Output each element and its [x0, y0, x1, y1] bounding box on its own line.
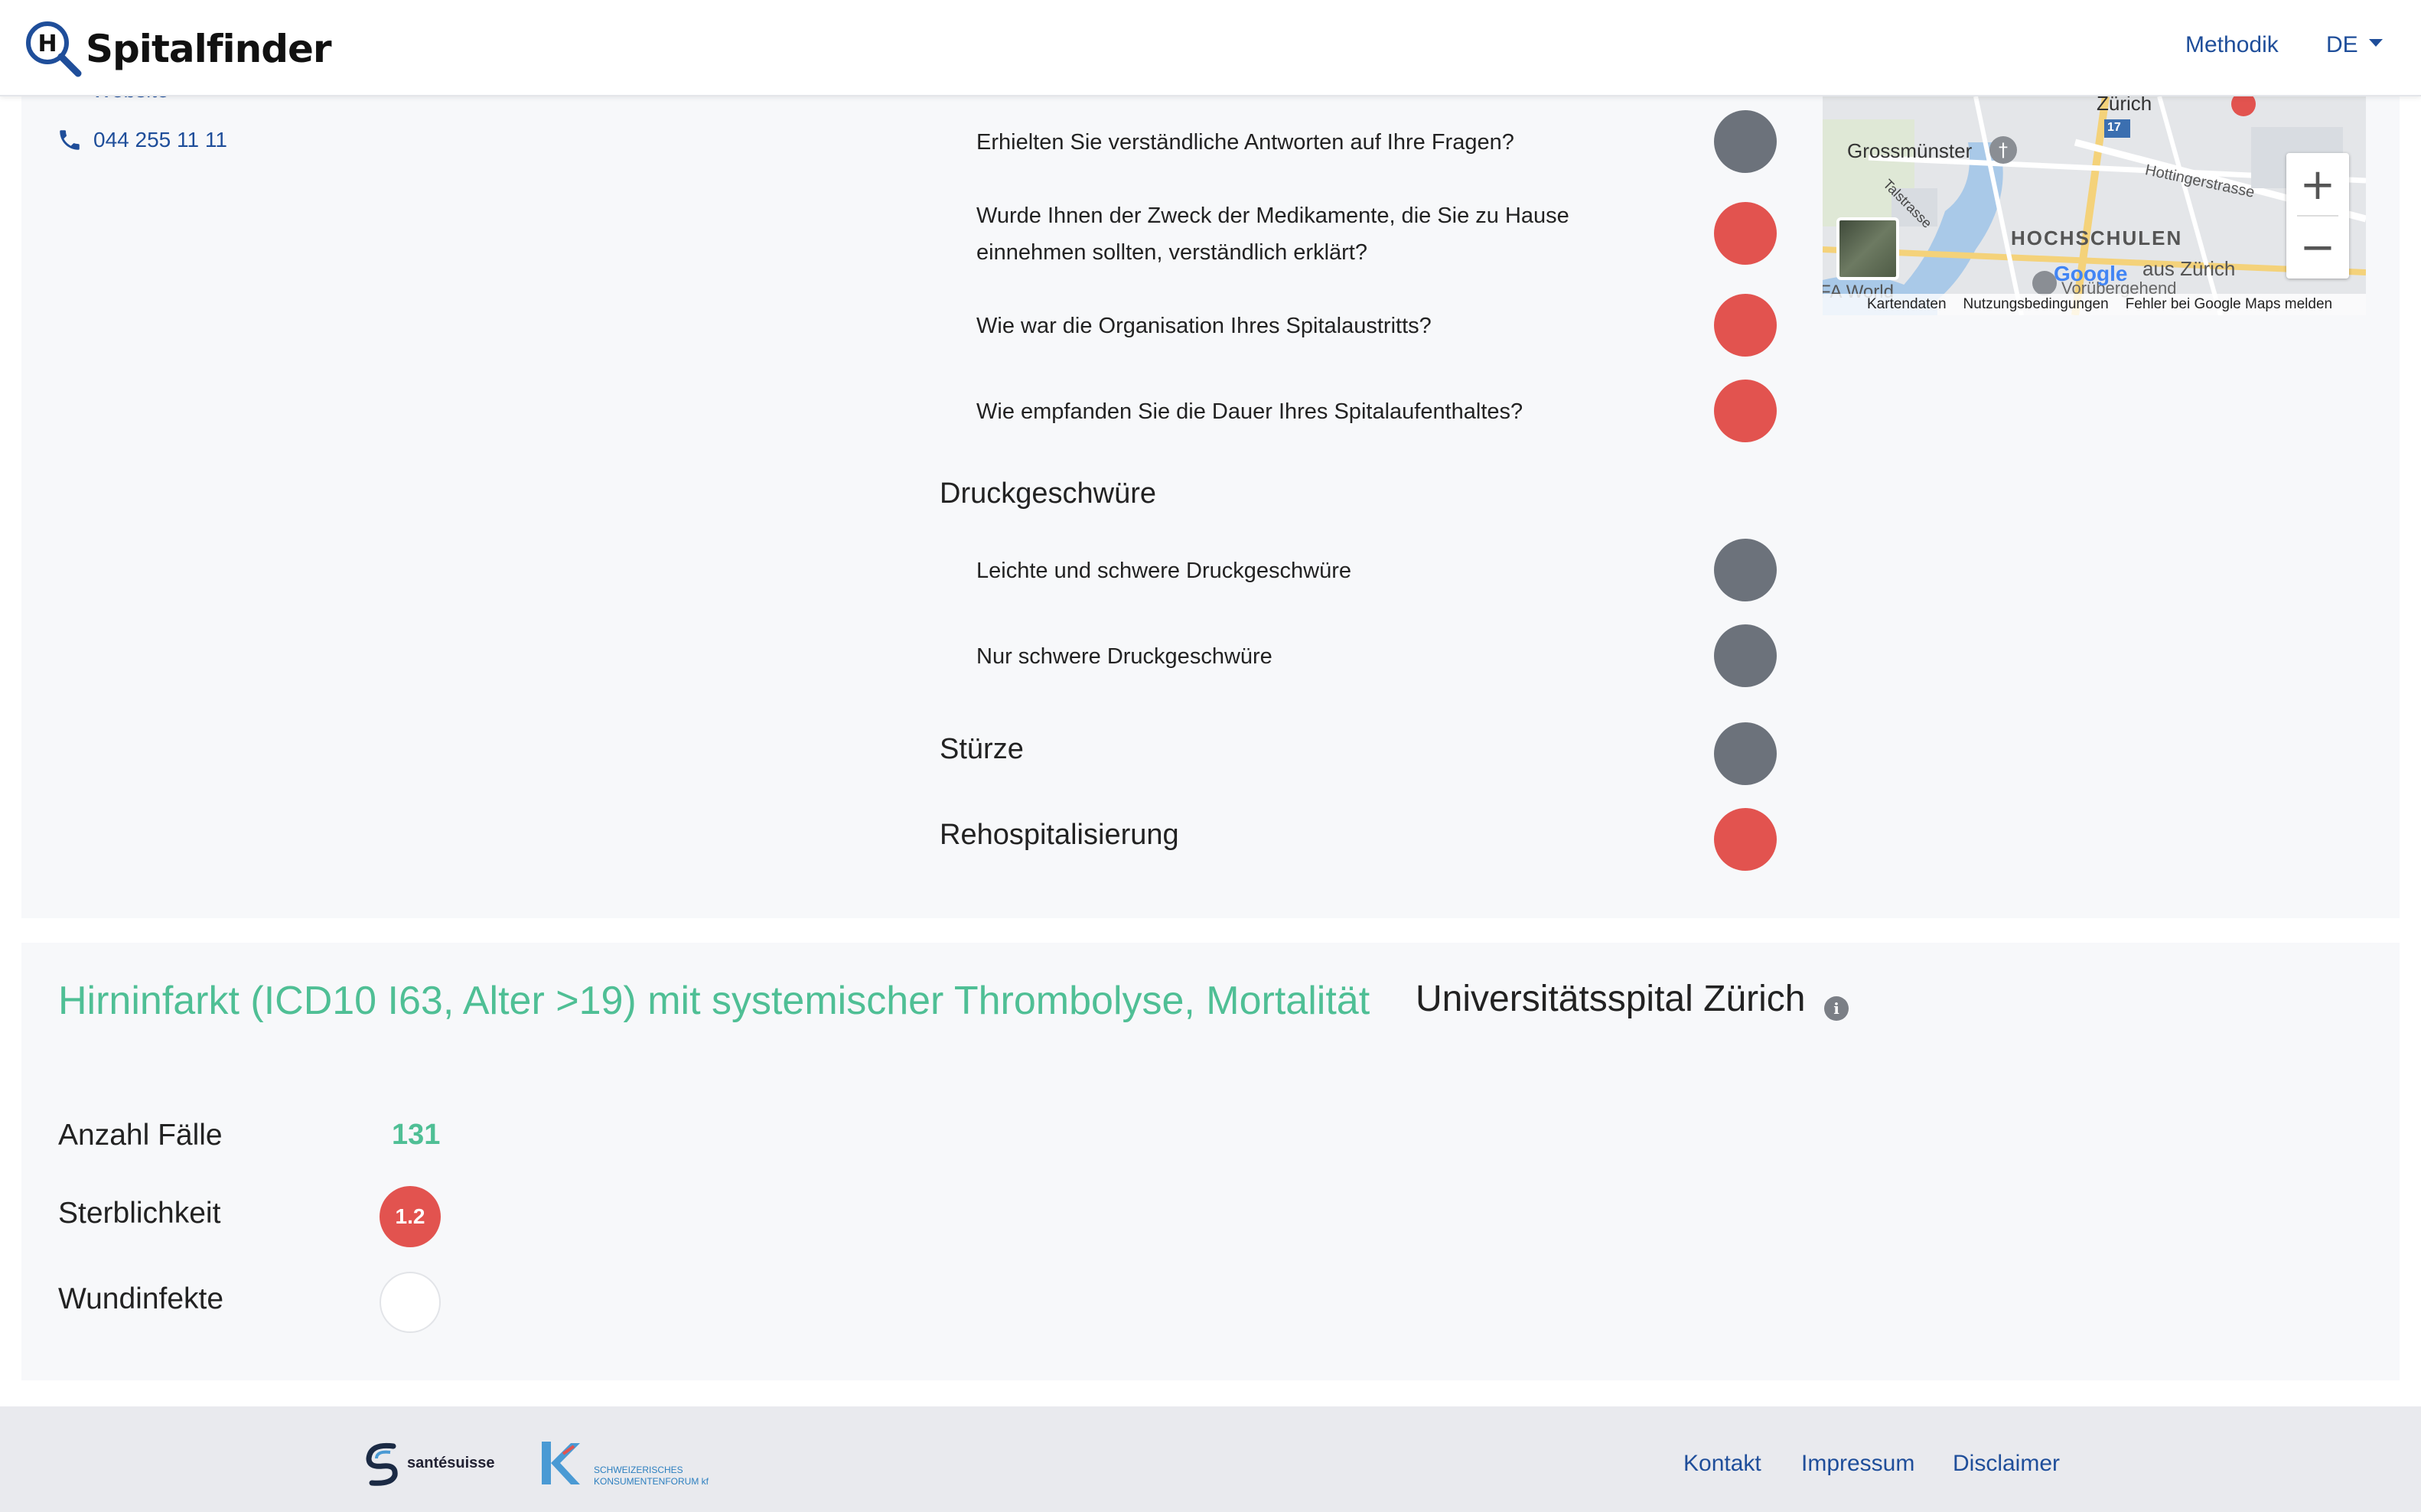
metric-dot-wundinfekte[interactable] [380, 1272, 441, 1333]
map-fehler[interactable]: Fehler bei Google Maps melden [2126, 296, 2332, 313]
phone-icon [60, 130, 80, 150]
map-label-hochschulen: HOCHSCHULEN [2011, 226, 2183, 249]
status-dot-rehospitalisierung[interactable] [1714, 808, 1777, 871]
svg-text:†: † [1999, 139, 2008, 161]
metric-label-wundinfekte: Wundinfekte [58, 1282, 224, 1315]
status-dot-stuerze[interactable] [1714, 722, 1777, 785]
santesuisse-name: santésuisse [407, 1454, 495, 1471]
google-map[interactable]: † Zürich 17 Grossmünster Talstrasse Hott… [1823, 96, 2366, 315]
status-dot-discharge[interactable] [1714, 294, 1777, 357]
kf-line-2: KONSUMENTENFORUM kf [594, 1476, 709, 1487]
footer-disclaimer[interactable]: Disclaimer [1953, 1451, 2060, 1477]
metric-value-faelle: 131 [392, 1119, 441, 1151]
hospital-search-icon: H [23, 18, 84, 80]
kf-logo-icon [542, 1442, 580, 1484]
status-dot-druck-all[interactable] [1714, 539, 1777, 601]
status-dot-duration[interactable] [1714, 380, 1777, 442]
section-rehospitalisierung: Rehospitalisierung [940, 819, 1179, 851]
santesuisse-logo[interactable]: santésuisse [363, 1440, 495, 1486]
zoom-out-button[interactable]: − [2286, 216, 2349, 279]
language-label: DE [2326, 32, 2358, 57]
brand-logo[interactable]: H Spitalfinder [23, 18, 332, 80]
language-dropdown[interactable]: DE [2326, 32, 2383, 58]
map-label-zurich: Zürich [2097, 96, 2152, 115]
section-stuerze: Stürze [940, 733, 1024, 765]
question-duration: Wie empfanden Sie die Dauer Ihres Spital… [976, 399, 1523, 424]
item-druck-all: Leichte und schwere Druckgeschwüre [976, 559, 1352, 583]
nav-methodik[interactable]: Methodik [2185, 32, 2279, 58]
status-dot-druck-severe[interactable] [1714, 624, 1777, 687]
phone-link[interactable]: 044 255 11 11 [57, 127, 227, 153]
map-label-grossmuenster: Grossmünster [1847, 139, 1973, 162]
question-medication: Wurde Ihnen der Zweck der Medikamente, d… [976, 204, 1569, 265]
map-kartendaten[interactable]: Kartendaten [1867, 296, 1947, 313]
map-label-spital: aus Zürich [2142, 257, 2236, 280]
footer-impressum[interactable]: Impressum [1801, 1451, 1914, 1477]
map-attribution: Kartendaten Nutzungsbedingungen Fehler b… [1823, 294, 2366, 315]
site-header: H Spitalfinder Methodik DE [0, 0, 2421, 96]
brand-name: Spitalfinder [86, 27, 332, 71]
google-logo: Google [2054, 262, 2128, 285]
question-discharge: Wie war die Organisation Ihres Spitalaus… [976, 314, 1432, 338]
section-druckgeschwuere: Druckgeschwüre [940, 477, 1156, 510]
metric-label-faelle: Anzahl Fälle [58, 1119, 223, 1152]
zoom-in-button[interactable]: + [2286, 153, 2349, 216]
item-druck-severe: Nur schwere Druckgeschwüre [976, 644, 1272, 669]
phone-number: 044 255 11 11 [93, 128, 227, 152]
konsumentenforum-logo[interactable]: SCHWEIZERISCHES KONSUMENTENFORUM kf [540, 1439, 709, 1488]
indicator-title: Hirninfarkt (ICD10 I63, Alter >19) mit s… [58, 979, 1370, 1023]
kf-line-1: SCHWEIZERISCHES [594, 1465, 683, 1475]
santesuisse-swirl-icon [366, 1442, 398, 1486]
map-zoom-controls: + − [2286, 153, 2349, 279]
caret-down-icon [2368, 39, 2383, 47]
metric-dot-sterblichkeit[interactable]: 1.2 [380, 1186, 441, 1247]
svg-text:H: H [37, 31, 57, 57]
status-dot-medication[interactable] [1714, 202, 1777, 265]
footer-kontakt[interactable]: Kontakt [1683, 1451, 1761, 1477]
map-nutzung[interactable]: Nutzungsbedingungen [1963, 296, 2109, 313]
hospital-name: Universitätsspital Zürich [1416, 979, 1806, 1019]
satellite-toggle[interactable] [1836, 217, 1899, 280]
status-dot-answers[interactable] [1714, 110, 1777, 173]
map-label-route: 17 [2107, 121, 2121, 134]
info-icon[interactable]: i [1824, 996, 1849, 1021]
question-answers: Erhielten Sie verständliche Antworten au… [976, 130, 1514, 155]
kf-name: SCHWEIZERISCHES KONSUMENTENFORUM kf [594, 1465, 709, 1488]
metric-label-sterblichkeit: Sterblichkeit [58, 1197, 221, 1230]
